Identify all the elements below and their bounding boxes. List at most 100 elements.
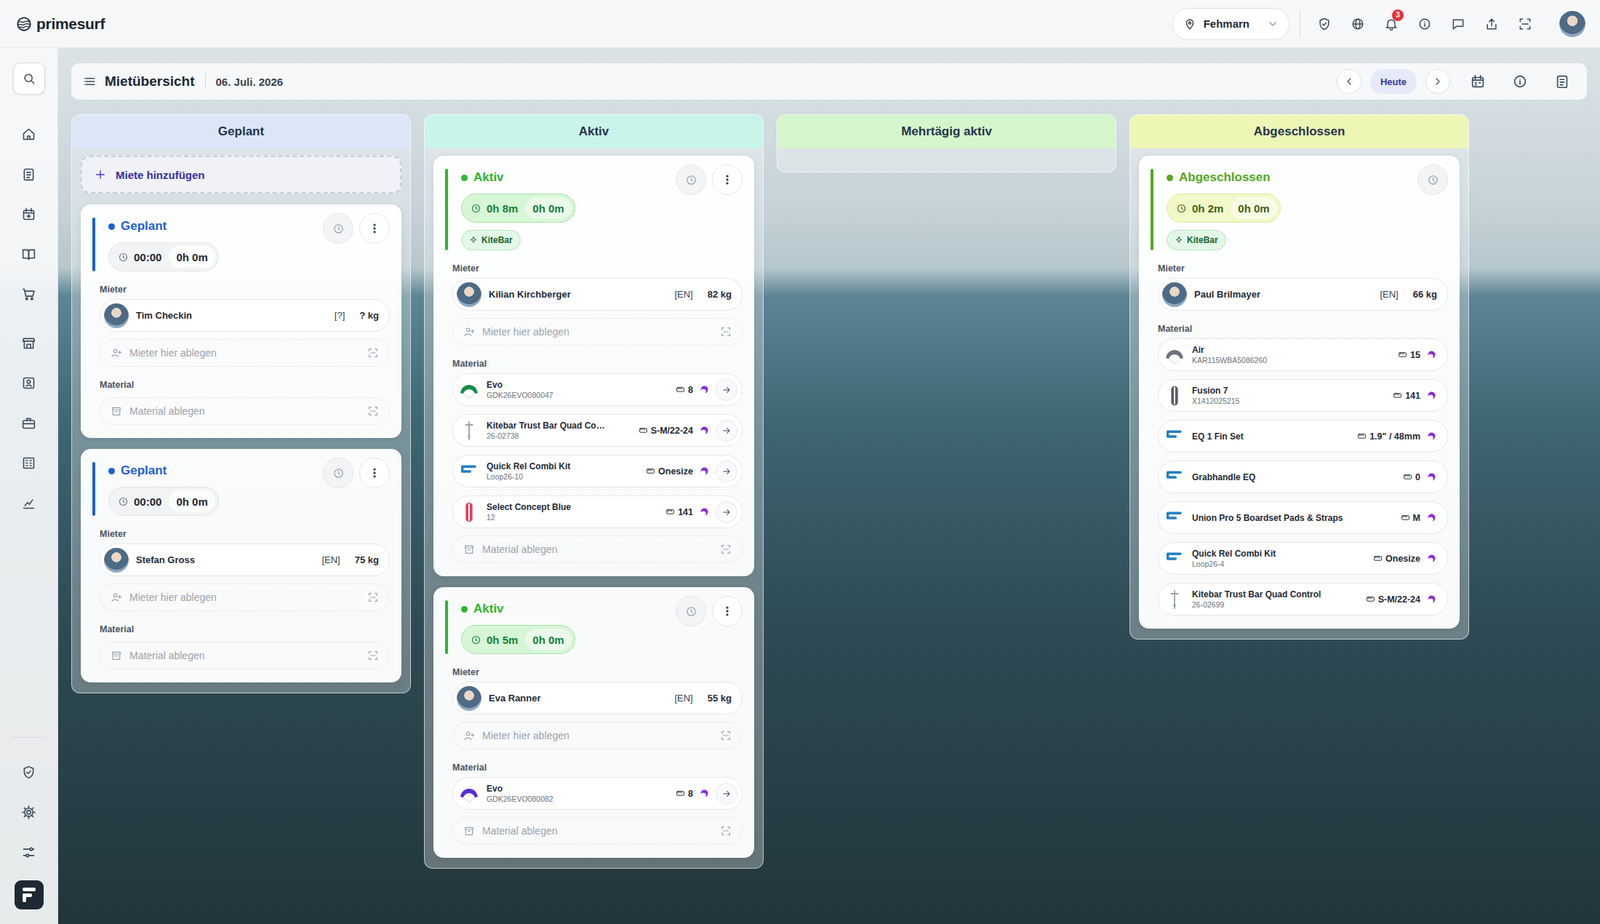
location-select[interactable]: Fehmarn	[1172, 8, 1290, 40]
history-button[interactable]	[1417, 164, 1448, 195]
more-button[interactable]	[712, 595, 743, 627]
sidebar-item[interactable]	[13, 117, 46, 150]
rental-card[interactable]: Geplant 00:00 0h 0m Mieter Tim Checkin […	[80, 204, 402, 438]
column-header: Geplant	[72, 114, 411, 149]
scan-button[interactable]	[1508, 8, 1542, 40]
next-day-button[interactable]	[1425, 69, 1451, 94]
sliders-icon	[21, 844, 37, 860]
sidebar-item[interactable]	[13, 197, 46, 230]
history-button[interactable]	[322, 213, 354, 244]
clock-icon	[685, 605, 698, 618]
arrow-right-icon	[721, 506, 732, 518]
material-row[interactable]: Kitebar Trust Bar Quad Co… 26-02738 S-M/…	[452, 413, 743, 447]
section-label: Mieter	[1157, 263, 1448, 274]
sidebar-item[interactable]	[13, 486, 46, 519]
rental-card[interactable]: Abgeschlossen 0h 2m 0h 0m KiteBar Mieter…	[1138, 155, 1460, 629]
search-button[interactable]	[13, 62, 46, 95]
size-icon	[1365, 594, 1376, 604]
status-label: Aktiv	[461, 168, 504, 187]
material-row[interactable]: Quick Rel Combi Kit Loop26-4 Onesize	[1157, 541, 1448, 575]
history-button[interactable]	[322, 457, 354, 488]
material-size: S-M/22-24	[1365, 594, 1421, 605]
bell-button[interactable]: 3	[1374, 8, 1408, 40]
today-button[interactable]: Heute	[1370, 69, 1417, 94]
brand-icon	[1426, 471, 1438, 483]
rental-card[interactable]: Aktiv 0h 8m 0h 0m KiteBar Mieter Kilian …	[433, 155, 755, 576]
search-icon	[21, 71, 37, 86]
sidebar-item[interactable]	[13, 326, 46, 359]
shield-button[interactable]	[1307, 8, 1342, 40]
renter-drop-zone[interactable]: Mieter hier ablegen	[452, 317, 743, 346]
user-plus-icon	[110, 346, 123, 359]
renter-row[interactable]: Paul Brilmayer [EN] 66 kg	[1157, 277, 1448, 311]
material-row[interactable]: Select Concept Blue 12 141	[452, 495, 743, 528]
renter-drop-zone[interactable]: Mieter hier ablegen	[99, 338, 390, 367]
material-drop-zone[interactable]: Material ablegen	[452, 535, 743, 563]
kite-thumbnail-icon	[457, 378, 481, 402]
arrow-right-icon	[721, 384, 732, 395]
user-avatar[interactable]	[1557, 9, 1587, 39]
material-drop-zone[interactable]: Material ablegen	[452, 816, 743, 845]
app-switch-button[interactable]	[14, 880, 44, 910]
accessory-thumbnail-icon	[1162, 506, 1187, 530]
status-label: Aktiv	[461, 600, 504, 618]
renter-drop-zone[interactable]: Mieter hier ablegen	[99, 583, 390, 611]
return-button[interactable]	[715, 378, 738, 401]
time-pill: 00:00 0h 0m	[108, 486, 219, 516]
return-button[interactable]	[715, 460, 738, 483]
info-button[interactable]	[1505, 66, 1535, 96]
more-button[interactable]	[359, 457, 390, 488]
sidebar-item[interactable]	[13, 446, 46, 479]
previous-day-button[interactable]	[1336, 69, 1362, 94]
clock-icon	[332, 466, 345, 480]
return-button[interactable]	[715, 501, 738, 523]
renter-row[interactable]: Tim Checkin [?] ? kg	[99, 298, 390, 332]
material-row[interactable]: EQ 1 Fin Set 1.9" / 48mm	[1157, 419, 1448, 453]
share-button[interactable]	[1474, 8, 1509, 40]
rental-card[interactable]: Geplant 00:00 0h 0m Mieter Stefan Gross …	[80, 448, 402, 683]
sidebar-item[interactable]	[13, 406, 46, 439]
material-row[interactable]: Evo GDK26EVO080082 8	[452, 776, 743, 810]
sidebar-item[interactable]	[13, 277, 46, 310]
more-icon	[720, 604, 734, 618]
material-row[interactable]: Evo GDK26EVO080047 8	[452, 373, 743, 406]
chat-button[interactable]	[1441, 8, 1475, 40]
clipboard-button[interactable]	[1547, 66, 1577, 96]
box-icon	[463, 543, 475, 555]
add-rental-button[interactable]: Miete hinzufügen	[80, 155, 402, 194]
sidebar-item[interactable]	[13, 795, 46, 828]
material-row[interactable]: Fusion 7 X1412025215 141	[1157, 378, 1448, 412]
material-drop-zone[interactable]: Material ablegen	[99, 397, 390, 425]
calendar-button[interactable]	[1463, 66, 1493, 96]
info-button[interactable]	[1408, 8, 1442, 40]
material-row[interactable]: Air KAR115WBA5086260 15	[1157, 338, 1448, 371]
sidebar-item[interactable]	[13, 366, 46, 399]
history-button[interactable]	[675, 595, 707, 627]
sidebar-item[interactable]	[13, 755, 46, 788]
size-icon	[1402, 472, 1413, 482]
return-button[interactable]	[715, 782, 738, 805]
history-button[interactable]	[675, 164, 707, 195]
renter-drop-zone[interactable]: Mieter hier ablegen	[452, 721, 743, 750]
globe-button[interactable]	[1341, 8, 1375, 40]
rental-card[interactable]: Aktiv 0h 5m 0h 0m Mieter Eva Ranner [EN]…	[433, 586, 755, 858]
renter-row[interactable]: Eva Ranner [EN] 55 kg	[452, 681, 743, 715]
material-row[interactable]: Kitebar Trust Bar Quad Control 26-02699 …	[1157, 582, 1448, 616]
logo[interactable]: primesurf	[16, 15, 105, 33]
material-row[interactable]: Quick Rel Combi Kit Loop26-10 Onesize	[452, 454, 743, 488]
return-button[interactable]	[715, 419, 738, 442]
material-row[interactable]: Grabhandle EQ 0	[1157, 460, 1448, 494]
renter-row[interactable]: Kilian Kirchberger [EN] 82 kg	[452, 277, 743, 311]
material-drop-zone[interactable]: Material ablegen	[99, 641, 390, 670]
more-button[interactable]	[359, 213, 390, 244]
divider	[11, 736, 47, 738]
sidebar-item[interactable]	[13, 835, 46, 868]
renter-row[interactable]: Stefan Gross [EN] 75 kg	[99, 543, 390, 576]
more-button[interactable]	[712, 164, 743, 195]
calendar-icon	[1469, 73, 1486, 90]
material-row[interactable]: Union Pro 5 Boardset Pads & Straps M	[1157, 501, 1448, 534]
board-thumbnail-icon	[457, 500, 481, 524]
sidebar-item[interactable]	[13, 157, 46, 190]
sidebar-item[interactable]	[13, 237, 46, 270]
material-size: 8	[675, 788, 694, 799]
